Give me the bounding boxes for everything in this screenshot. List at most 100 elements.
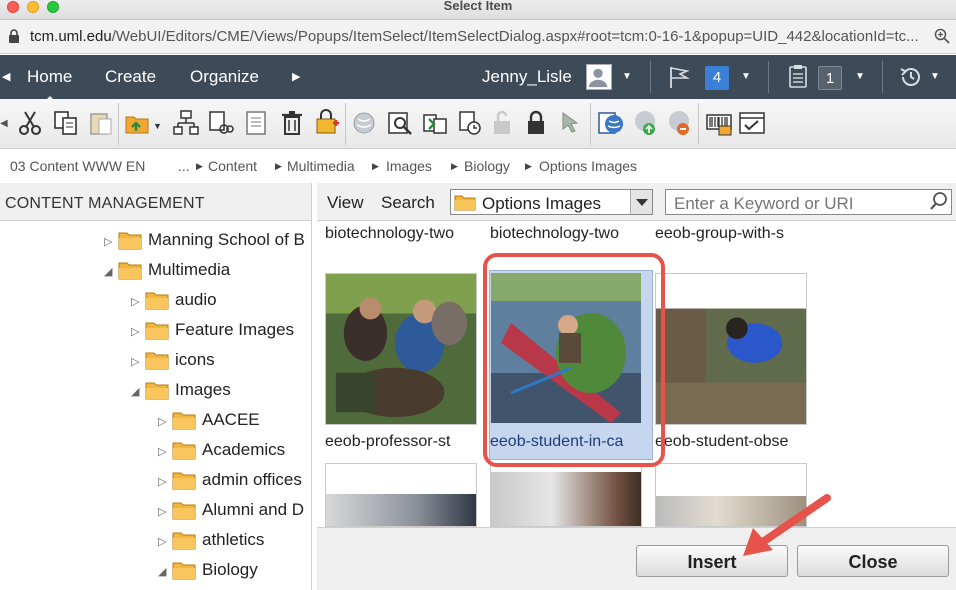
cut-icon[interactable] bbox=[16, 109, 44, 137]
check-in-icon[interactable] bbox=[421, 109, 449, 137]
version-history-icon[interactable] bbox=[456, 109, 484, 137]
nav-divider bbox=[882, 61, 883, 93]
tree-item-label: Biology bbox=[202, 560, 258, 579]
breadcrumb-item[interactable]: Multimedia bbox=[287, 158, 355, 174]
tree-collapsed-icon[interactable]: ▷ bbox=[158, 415, 166, 428]
new-folder-icon[interactable] bbox=[124, 109, 152, 137]
clipboard-icon[interactable] bbox=[788, 64, 808, 88]
tree-collapsed-icon[interactable]: ▷ bbox=[158, 505, 166, 518]
item-caption[interactable]: biotechnology-two bbox=[325, 225, 477, 243]
avatar[interactable] bbox=[586, 64, 612, 90]
tree-collapsed-icon[interactable]: ▷ bbox=[158, 445, 166, 458]
tree-collapsed-icon[interactable]: ▷ bbox=[104, 235, 112, 248]
item-caption[interactable]: eeob-student-obse bbox=[655, 433, 807, 451]
item-caption[interactable]: eeob-professor-st bbox=[325, 433, 477, 451]
folder-icon bbox=[172, 412, 196, 430]
search-menu[interactable]: Search bbox=[381, 193, 435, 213]
tree-collapsed-icon[interactable]: ▷ bbox=[131, 355, 139, 368]
view-menu[interactable]: View bbox=[327, 193, 364, 213]
location-select[interactable]: Options Images bbox=[450, 189, 653, 215]
tab-home[interactable]: Home bbox=[27, 67, 72, 103]
clipboard-chevron-down-icon[interactable]: ▼ bbox=[855, 71, 865, 82]
item-caption[interactable]: eeob-group-with-s bbox=[655, 225, 807, 243]
zoom-icon[interactable] bbox=[934, 28, 950, 44]
location-chevron-down-icon[interactable] bbox=[630, 190, 652, 214]
breadcrumb-item[interactable]: Biology bbox=[464, 158, 510, 174]
nav-divider bbox=[768, 61, 769, 93]
history-chevron-down-icon[interactable]: ▼ bbox=[930, 71, 940, 82]
notifications-count-badge[interactable]: 4 bbox=[705, 66, 729, 90]
history-icon[interactable] bbox=[898, 64, 924, 90]
nav-scroll-right-icon[interactable]: ▶ bbox=[292, 70, 300, 83]
url-bar[interactable]: tcm.uml.edu/WebUI/Editors/CME/Views/Popu… bbox=[0, 20, 956, 54]
photo-student-observing bbox=[656, 274, 806, 424]
tree-item-label: Feature Images bbox=[175, 320, 295, 339]
publish-green-icon[interactable] bbox=[632, 109, 660, 137]
lock-item-icon[interactable] bbox=[522, 109, 550, 137]
main-nav-bar: ◀ Home Create Organize ▶ Jenny_Lisle ▼ 4… bbox=[0, 55, 956, 103]
tree-item-label: audio bbox=[175, 290, 217, 309]
delete-icon[interactable] bbox=[278, 109, 306, 137]
item-thumbnail[interactable] bbox=[490, 463, 642, 527]
folder-icon bbox=[145, 292, 169, 310]
toolbar-scroll-left-icon[interactable]: ◀ bbox=[0, 118, 8, 129]
thumbnail-grid: biotechnology-two biotechnology-two eeob… bbox=[317, 222, 956, 527]
content-tree-panel: CONTENT MANAGEMENT ▷ Manning School of B ◢… bbox=[0, 183, 312, 590]
tree-collapsed-icon[interactable]: ▷ bbox=[158, 475, 166, 488]
tab-create[interactable]: Create bbox=[105, 67, 156, 87]
breadcrumb: 03 Content WWW EN ... ▶ Content ▶ Multim… bbox=[0, 149, 956, 183]
keyword-search-input[interactable] bbox=[665, 189, 952, 215]
tree-expanded-icon[interactable]: ◢ bbox=[131, 385, 139, 398]
publish-queue-icon[interactable] bbox=[597, 109, 625, 137]
folder-icon bbox=[172, 472, 196, 490]
paste-icon[interactable] bbox=[87, 109, 115, 137]
tree-item-label: AACEE bbox=[202, 410, 260, 429]
folder-icon bbox=[172, 562, 196, 580]
url-text[interactable]: tcm.uml.edu/WebUI/Editors/CME/Views/Popu… bbox=[30, 28, 920, 45]
unpublish-icon[interactable] bbox=[666, 109, 694, 137]
breadcrumb-item[interactable]: Content bbox=[208, 158, 257, 174]
unlock-icon[interactable] bbox=[488, 109, 516, 137]
breadcrumb-item[interactable]: Images bbox=[386, 158, 432, 174]
nav-scroll-left-icon[interactable]: ◀ bbox=[2, 70, 10, 83]
publish-icon[interactable] bbox=[351, 109, 379, 137]
breadcrumb-ellipsis[interactable]: ... bbox=[178, 158, 190, 174]
tree-expanded-icon[interactable]: ◢ bbox=[158, 565, 166, 578]
new-item-chevron-down-icon[interactable]: ▼ bbox=[153, 121, 162, 131]
breadcrumb-root[interactable]: 03 Content WWW EN bbox=[10, 158, 145, 174]
tree-item-label: Alumni and D bbox=[202, 500, 305, 519]
flag-icon[interactable] bbox=[668, 65, 690, 89]
workflow-check-icon[interactable] bbox=[738, 109, 766, 137]
tree-item-label: Academics bbox=[202, 440, 286, 459]
tree-collapsed-icon[interactable]: ▷ bbox=[158, 535, 166, 548]
editing-toolbar: ◀ ▼ bbox=[0, 99, 956, 149]
localize-icon[interactable] bbox=[313, 109, 341, 137]
barcode-icon[interactable] bbox=[705, 109, 733, 137]
preview-icon[interactable] bbox=[386, 109, 414, 137]
folder-icon bbox=[454, 195, 476, 211]
tree-collapsed-icon[interactable]: ▷ bbox=[131, 325, 139, 338]
item-thumbnail[interactable] bbox=[325, 273, 477, 425]
user-name[interactable]: Jenny_Lisle bbox=[482, 67, 572, 87]
item-thumbnail[interactable] bbox=[655, 273, 807, 425]
tree-expanded-icon[interactable]: ◢ bbox=[104, 265, 112, 278]
search-icon[interactable] bbox=[929, 191, 949, 211]
clipboard-count-badge[interactable]: 1 bbox=[818, 66, 842, 90]
folder-icon bbox=[118, 262, 142, 280]
folder-icon bbox=[145, 382, 169, 400]
copy-icon[interactable] bbox=[52, 109, 80, 137]
notifications-chevron-down-icon[interactable]: ▼ bbox=[741, 71, 751, 82]
breadcrumb-item-current[interactable]: Options Images bbox=[539, 158, 637, 174]
tree-collapsed-icon[interactable]: ▷ bbox=[131, 295, 139, 308]
structure-icon[interactable] bbox=[172, 109, 200, 137]
properties-icon[interactable] bbox=[242, 109, 270, 137]
location-select-value: Options Images bbox=[482, 194, 602, 213]
item-caption[interactable]: biotechnology-two bbox=[490, 225, 642, 243]
where-used-icon[interactable] bbox=[207, 109, 235, 137]
tree-item-label: Multimedia bbox=[148, 260, 231, 279]
tab-organize[interactable]: Organize bbox=[190, 67, 259, 87]
undo-checkout-icon[interactable] bbox=[558, 109, 586, 137]
user-menu-chevron-down-icon[interactable]: ▼ bbox=[622, 71, 632, 82]
lock-icon bbox=[9, 29, 19, 43]
item-thumbnail[interactable] bbox=[325, 463, 477, 527]
